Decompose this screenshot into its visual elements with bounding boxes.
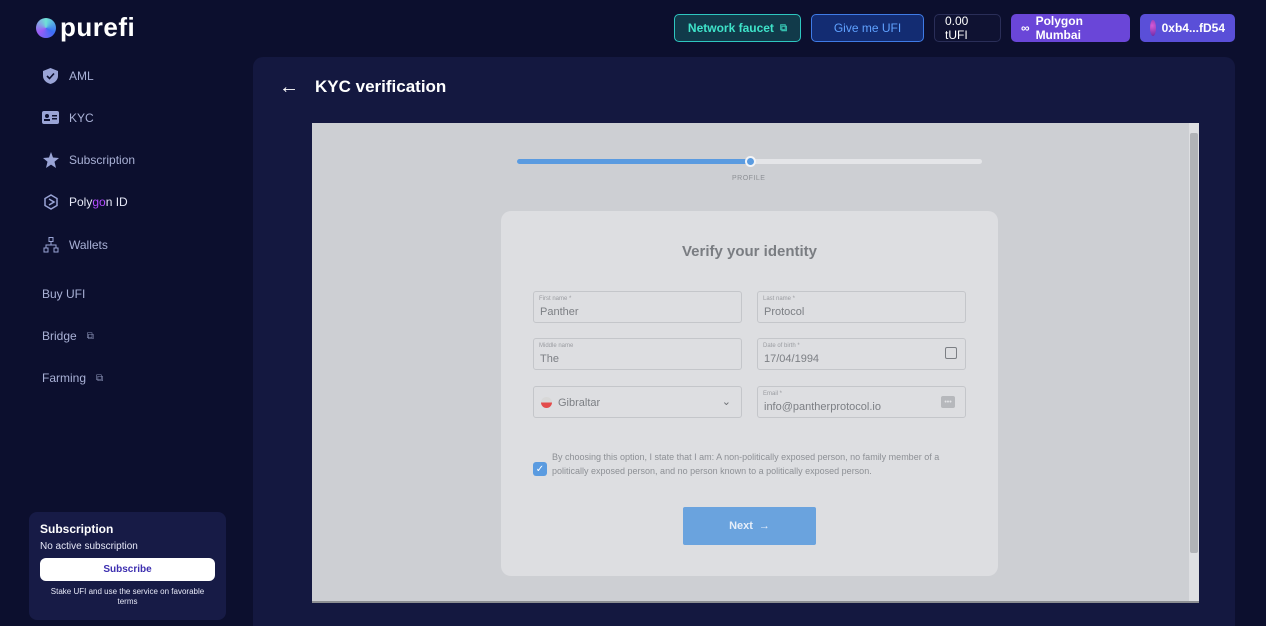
main-panel: ← KYC verification PROFILE Verify your i…	[253, 57, 1235, 626]
subscription-title: Subscription	[40, 522, 114, 536]
sidebar-item-label: Polygon ID	[69, 194, 128, 209]
field-value: info@pantherprotocol.io	[764, 401, 881, 413]
page-title: KYC verification	[315, 77, 447, 96]
field-label: Email *	[763, 391, 783, 397]
network-selector[interactable]: ∞ Polygon Mumbai	[1011, 14, 1130, 42]
id-card-icon	[42, 109, 59, 126]
field-value: Protocol	[764, 306, 805, 318]
sidebar-link-label: Farming	[42, 371, 87, 385]
field-label: Date of birth *	[763, 343, 800, 349]
sidebar-link-bridge[interactable]: Bridge ⧉	[42, 329, 94, 343]
field-value: 17/04/1994	[764, 353, 820, 365]
network-label: Polygon Mumbai	[1035, 14, 1083, 42]
sidebar-item-label: Wallets	[69, 237, 108, 252]
country-value: Gibraltar	[558, 397, 601, 409]
field-label: Last name *	[763, 296, 796, 302]
email-field[interactable]: Email * info@pantherprotocol.io •••	[757, 386, 966, 418]
balance-display: 0.00 tUFI	[934, 14, 1001, 42]
shield-icon	[42, 67, 59, 84]
calendar-icon[interactable]	[945, 347, 957, 359]
external-link-icon: ⧉	[86, 330, 94, 342]
next-label: Next	[729, 520, 753, 532]
iframe-scrollbar[interactable]	[1189, 123, 1199, 601]
chevron-down-icon: ⌄	[721, 396, 731, 408]
field-label: Middle name	[539, 343, 574, 349]
sidebar-item-label: AML	[69, 68, 94, 83]
progress-step-label: PROFILE	[732, 175, 766, 182]
network-faucet-button[interactable]: Network faucet ⧉	[674, 14, 801, 42]
star-icon	[42, 151, 59, 168]
last-name-field[interactable]: Last name * Protocol	[757, 291, 966, 323]
wallet-button[interactable]: 0xb4...fD54	[1140, 14, 1235, 42]
next-button[interactable]: Next →	[683, 507, 816, 545]
sidebar-item-label: Subscription	[69, 152, 136, 167]
sidebar-link-farming[interactable]: Farming ⧉	[42, 371, 103, 385]
give-ufi-button[interactable]: Give me UFI	[811, 14, 924, 42]
progress-fill	[517, 159, 750, 164]
subscription-card: Subscription No active subscription Subs…	[29, 512, 226, 620]
subscribe-button[interactable]: Subscribe	[40, 558, 215, 581]
country-select[interactable]: Gibraltar ⌄	[533, 386, 742, 418]
back-arrow-icon[interactable]: ←	[279, 77, 299, 97]
sidebar-item-kyc[interactable]: KYC	[42, 109, 94, 126]
gibraltar-flag-icon	[541, 397, 552, 408]
brand-name: purefi	[60, 12, 136, 42]
wallet-address: 0xb4...fD54	[1161, 21, 1225, 35]
arrow-right-icon: →	[758, 520, 770, 532]
external-link-icon: ⧉	[779, 22, 788, 34]
wallets-icon	[42, 236, 59, 253]
sidebar-item-subscription[interactable]: Subscription	[42, 151, 135, 168]
sidebar-item-label: KYC	[69, 110, 94, 125]
sidebar-link-label: Bridge	[42, 329, 77, 343]
page-header: ← KYC verification	[279, 77, 446, 97]
sidebar-item-wallets[interactable]: Wallets	[42, 236, 108, 253]
wallet-avatar	[1150, 20, 1156, 36]
sidebar-link-label: Buy UFI	[42, 287, 86, 301]
external-link-icon: ⧉	[96, 372, 104, 384]
sidebar-link-buy-ufi[interactable]: Buy UFI	[42, 287, 85, 301]
progress-bar	[517, 156, 982, 167]
subscription-note: Stake UFI and use the service on favorab…	[50, 587, 205, 606]
field-value: Panther	[540, 306, 579, 318]
kyc-form-card: Verify your identity First name * Panthe…	[501, 211, 998, 576]
header-actions: Network faucet ⧉ Give me UFI 0.00 tUFI ∞…	[674, 14, 1235, 42]
first-name-field[interactable]: First name * Panther	[533, 291, 742, 323]
purefi-logo[interactable]: purefi	[36, 12, 135, 43]
consent-checkbox[interactable]: ✓	[533, 462, 547, 476]
consent-text: By choosing this option, I state that I …	[552, 452, 940, 476]
date-of-birth-field[interactable]: Date of birth * 17/04/1994	[757, 338, 966, 370]
progress-marker	[744, 156, 756, 167]
network-faucet-label: Network faucet	[687, 21, 774, 35]
polygon-icon: ∞	[1021, 21, 1030, 35]
subscription-status: No active subscription	[40, 541, 138, 552]
field-value: The	[540, 353, 559, 365]
kyc-iframe: PROFILE Verify your identity First name …	[312, 123, 1199, 603]
polygon-id-icon	[42, 193, 59, 210]
autofill-icon[interactable]: •••	[941, 396, 955, 408]
form-title: Verify your identity	[681, 243, 818, 260]
purefi-logo-icon	[36, 17, 56, 38]
sidebar-item-polygon-id[interactable]: Polygon ID	[42, 193, 128, 210]
scrollbar-thumb[interactable]	[1190, 133, 1198, 553]
middle-name-field[interactable]: Middle name The	[533, 338, 742, 370]
field-label: First name *	[539, 296, 572, 302]
sidebar-item-aml[interactable]: AML	[42, 67, 94, 84]
